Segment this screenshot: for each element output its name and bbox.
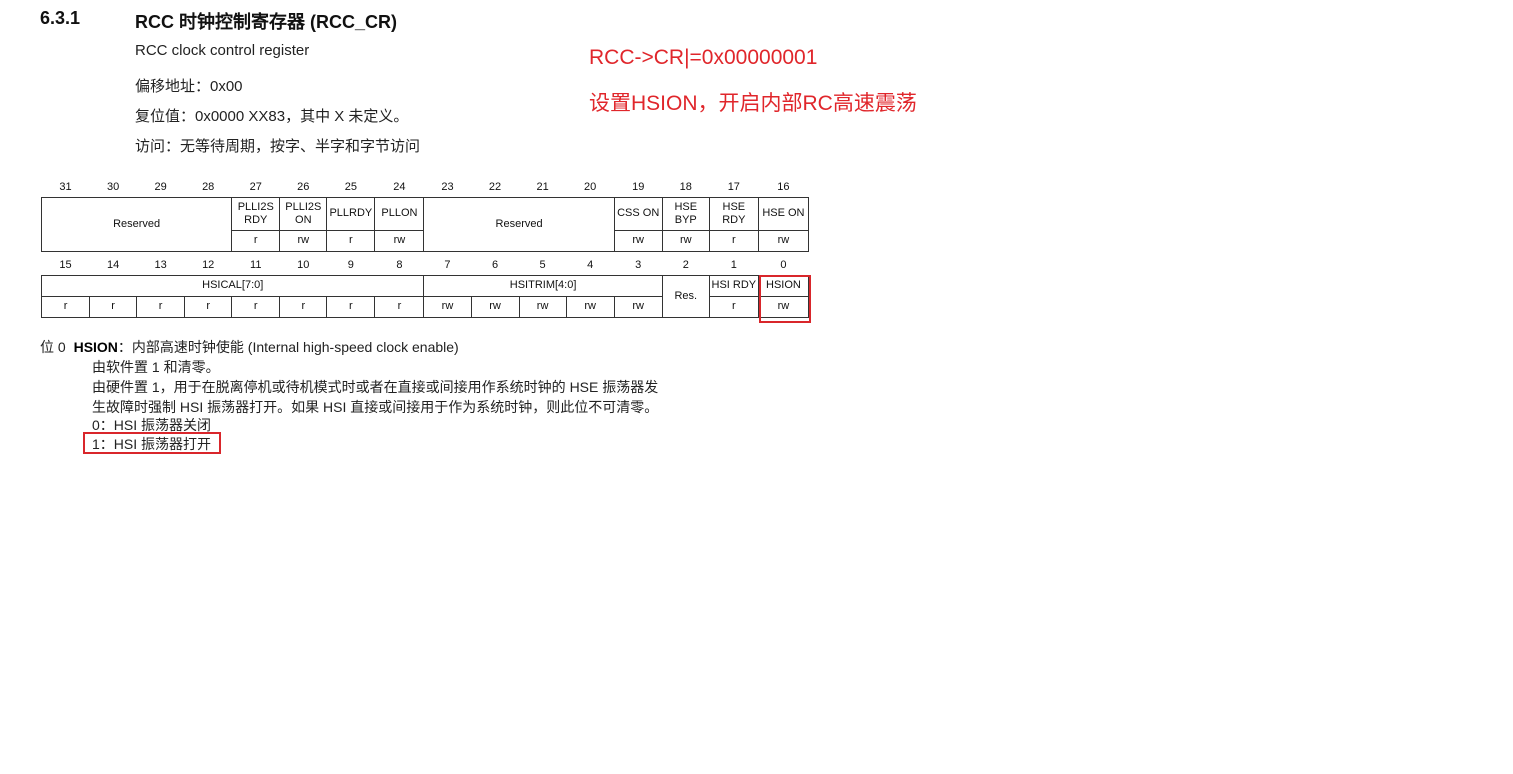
description-line: 由软件置 1 和清零。 xyxy=(92,359,220,375)
bit-number: 10 xyxy=(297,258,310,271)
field-pllon: PLLON xyxy=(374,196,425,231)
field-plli2srdy: PLLI2S RDY xyxy=(231,196,281,231)
access-mode: rw xyxy=(423,295,472,318)
field-pllrdy: PLLRDY xyxy=(326,196,376,231)
annotation-explanation: 设置HSION，开启内部RC高速震荡 xyxy=(589,92,917,115)
access-mode: r xyxy=(184,295,233,318)
bit-number: 6 xyxy=(491,258,499,271)
bit-number: 21 xyxy=(536,180,549,193)
bit-field-name: HSION xyxy=(73,339,118,355)
bit-number: 31 xyxy=(59,180,72,193)
offset-address: 偏移地址：0x00 xyxy=(135,78,243,95)
bit-number: 5 xyxy=(539,258,546,271)
bit-number: 18 xyxy=(679,180,692,193)
access-mode: rw xyxy=(374,229,425,252)
bit-number: 24 xyxy=(393,180,406,193)
access-mode: rw xyxy=(613,295,663,318)
access-mode: rw xyxy=(279,229,328,252)
field-csson: CSS ON xyxy=(613,196,663,231)
access-mode: r xyxy=(89,295,138,318)
bit-index: 位 0 xyxy=(40,339,66,355)
bit-number: 22 xyxy=(488,180,502,193)
bit-number: 13 xyxy=(154,258,167,271)
bit-number: 29 xyxy=(154,180,167,193)
bit-number: 16 xyxy=(777,180,790,193)
access-mode: r xyxy=(708,229,759,252)
access-info: 访问：无等待周期，按字、半字和字节访问 xyxy=(135,138,421,155)
access-mode: r xyxy=(231,229,281,252)
bit-number: 8 xyxy=(396,258,403,271)
field-reserved-mid: Reserved xyxy=(423,196,615,252)
access-mode: r xyxy=(40,295,91,318)
access-mode: r xyxy=(326,229,376,252)
access-mode: rw xyxy=(613,229,663,252)
section-number: 6.3.1 xyxy=(40,8,81,28)
bit-number: 28 xyxy=(202,180,215,193)
reset-value: 复位值：0x0000 XX83，其中 X 未定义。 xyxy=(135,108,409,125)
register-english-name: RCC clock control register xyxy=(135,42,310,59)
bit-number: 27 xyxy=(249,180,262,193)
bit-number: 0 xyxy=(780,258,787,271)
option-on-highlight-box xyxy=(83,432,221,454)
register-table-high: 31 30 29 28 27 26 25 24 23 22 21 20 19 1… xyxy=(40,178,810,252)
field-hserdy: HSE RDY xyxy=(708,196,759,231)
annotation-code: RCC->CR|=0x00000001 xyxy=(589,46,818,69)
field-plli2son: PLLI2S ON xyxy=(279,196,328,231)
field-hseon: HSE ON xyxy=(757,196,810,231)
bit-number: 26 xyxy=(297,180,310,193)
field-hsebyp: HSE BYP xyxy=(661,196,710,231)
field-res: Res. xyxy=(661,274,710,318)
bit-number: 1 xyxy=(730,258,737,271)
access-mode: r xyxy=(708,295,759,318)
access-mode: rw xyxy=(518,295,567,318)
bit-number: 19 xyxy=(632,180,645,193)
bit-description-heading: 位 0 HSION：内部高速时钟使能 (Internal high-speed … xyxy=(40,337,459,357)
access-mode: rw xyxy=(757,229,810,252)
bit-number: 25 xyxy=(344,180,357,193)
access-mode: rw xyxy=(661,229,710,252)
bit-number: 12 xyxy=(202,258,215,271)
bit-field-desc: ：内部高速时钟使能 (Internal high-speed clock ena… xyxy=(117,339,459,355)
access-mode: r xyxy=(326,295,376,318)
bit-number: 9 xyxy=(347,258,354,271)
bit-number: 14 xyxy=(106,258,120,271)
field-hsical: HSICAL[7:0] xyxy=(40,274,425,297)
field-hsirdy: HSI RDY xyxy=(708,274,759,297)
access-mode: r xyxy=(231,295,281,318)
field-reserved-high: Reserved xyxy=(40,196,233,252)
access-mode: r xyxy=(279,295,328,318)
description-line: 生故障时强制 HSI 振荡器打开。如果 HSI 直接或间接用于作为系统时钟，则此… xyxy=(92,399,659,415)
access-mode: rw xyxy=(470,295,520,318)
bit-number: 3 xyxy=(635,258,642,271)
bit-number: 11 xyxy=(250,258,262,271)
bit-number: 4 xyxy=(587,258,594,271)
access-mode: r xyxy=(374,295,425,318)
bit-number: 7 xyxy=(444,258,451,271)
access-mode: rw xyxy=(565,295,615,318)
field-hsitrim: HSITRIM[4:0] xyxy=(423,274,663,297)
register-table-low: 15 14 13 12 11 10 9 8 7 6 5 4 3 2 1 0 HS… xyxy=(40,256,810,318)
bit-number: 17 xyxy=(727,180,740,193)
description-line: 由硬件置 1，用于在脱离停机或待机模式时或者在直接或间接用作系统时钟的 HSE … xyxy=(92,379,659,395)
access-mode: r xyxy=(136,295,186,318)
hsion-highlight-box xyxy=(759,275,811,323)
bit-number: 23 xyxy=(441,180,454,193)
bit-number: 20 xyxy=(584,180,597,193)
section-title: RCC 时钟控制寄存器 (RCC_CR) xyxy=(135,12,397,32)
bit-number: 2 xyxy=(682,258,689,271)
bit-number: 15 xyxy=(59,258,72,271)
bit-number: 30 xyxy=(106,180,120,193)
